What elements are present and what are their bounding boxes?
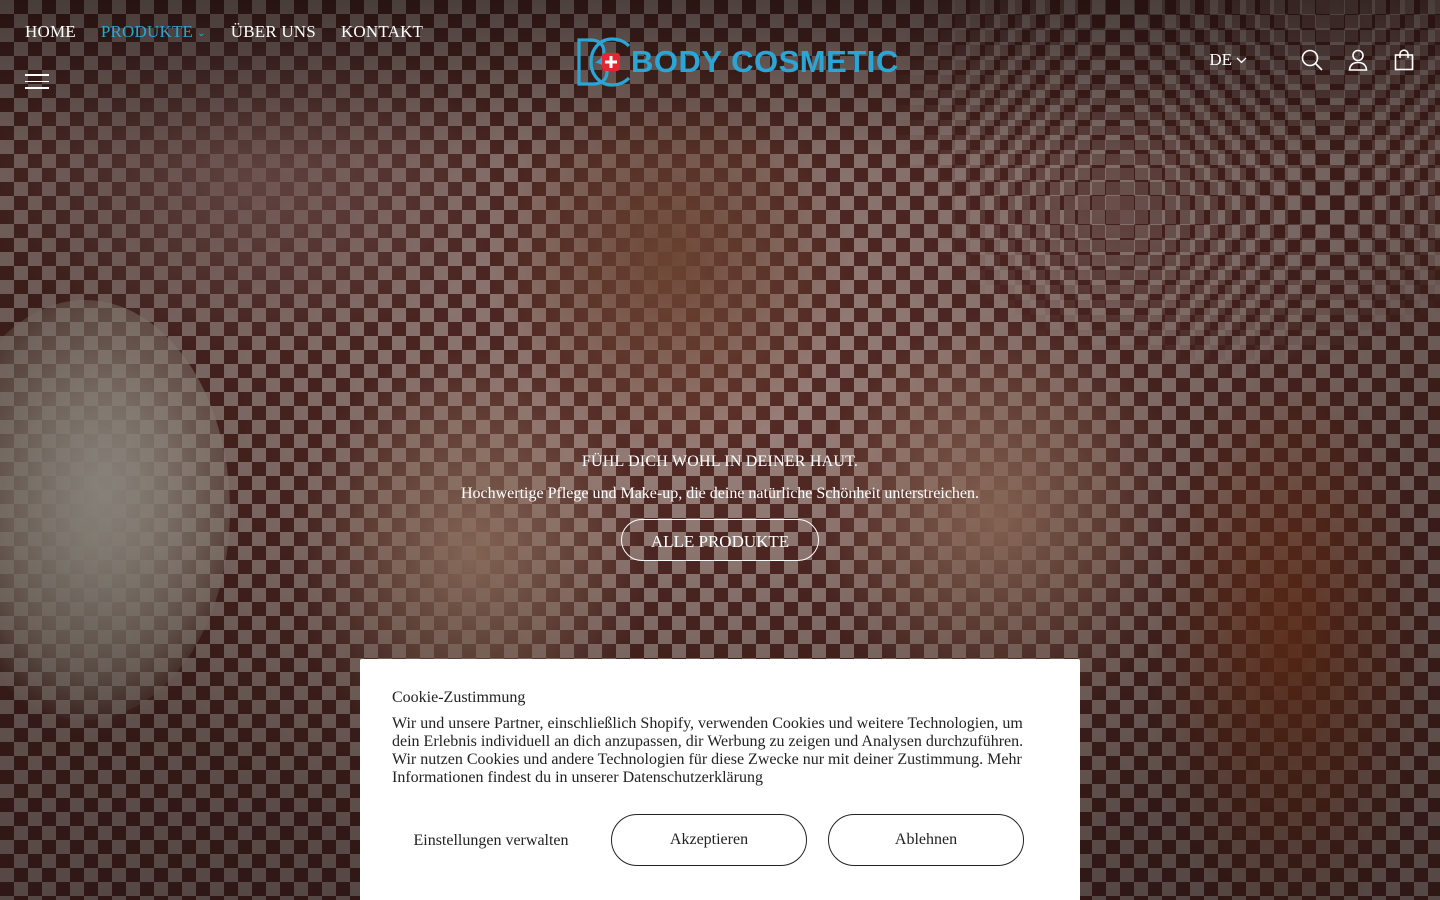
decline-button[interactable]: Ablehnen [828, 814, 1024, 866]
nav-item-kontakt[interactable]: KONTAKT [341, 22, 423, 42]
manage-settings-button[interactable]: Einstellungen verwalten [392, 831, 590, 850]
language-selector[interactable]: DE [1209, 50, 1247, 70]
search-icon[interactable] [1301, 48, 1323, 72]
logo[interactable]: BODY COSMETIC [573, 36, 898, 88]
chevron-down-icon [1236, 57, 1247, 63]
chevron-down-icon: ⌄ [197, 27, 206, 39]
nav-item-produkte[interactable]: PRODUKTE ⌄ [101, 22, 206, 42]
hero-content: FÜHL DICH WOHL IN DEINER HAUT. Hochwerti… [0, 453, 1440, 561]
logo-mark-icon [573, 36, 633, 88]
cookie-title: Cookie-Zustimmung [392, 689, 526, 706]
header-actions: DE [1209, 48, 1415, 72]
cookie-consent-banner: Cookie-Zustimmung Wir und unsere Partner… [360, 659, 1080, 900]
account-icon[interactable] [1347, 48, 1369, 72]
nav-item-produkte-label: PRODUKTE [100, 22, 194, 41]
nav-item-home[interactable]: HOME [25, 22, 76, 42]
all-products-button[interactable]: ALLE PRODUKTE [621, 519, 819, 561]
nav-item-ueber-uns[interactable]: ÜBER UNS [231, 22, 316, 42]
menu-icon[interactable] [25, 74, 49, 90]
hero-subtitle: Hochwertige Pflege und Make-up, die dein… [460, 485, 980, 502]
main-nav: HOME PRODUKTE ⌄ ÜBER UNS KONTAKT [25, 22, 423, 42]
hero-title: FÜHL DICH WOHL IN DEINER HAUT. [581, 453, 859, 470]
cookie-actions: Einstellungen verwalten Akzeptieren Able… [392, 814, 1024, 866]
language-label: DE [1209, 50, 1232, 69]
accept-button[interactable]: Akzeptieren [611, 814, 807, 866]
cart-icon[interactable] [1393, 48, 1415, 72]
cookie-text: Wir und unsere Partner, einschließlich S… [392, 715, 1024, 786]
logo-text: BODY COSMETIC [631, 44, 899, 79]
